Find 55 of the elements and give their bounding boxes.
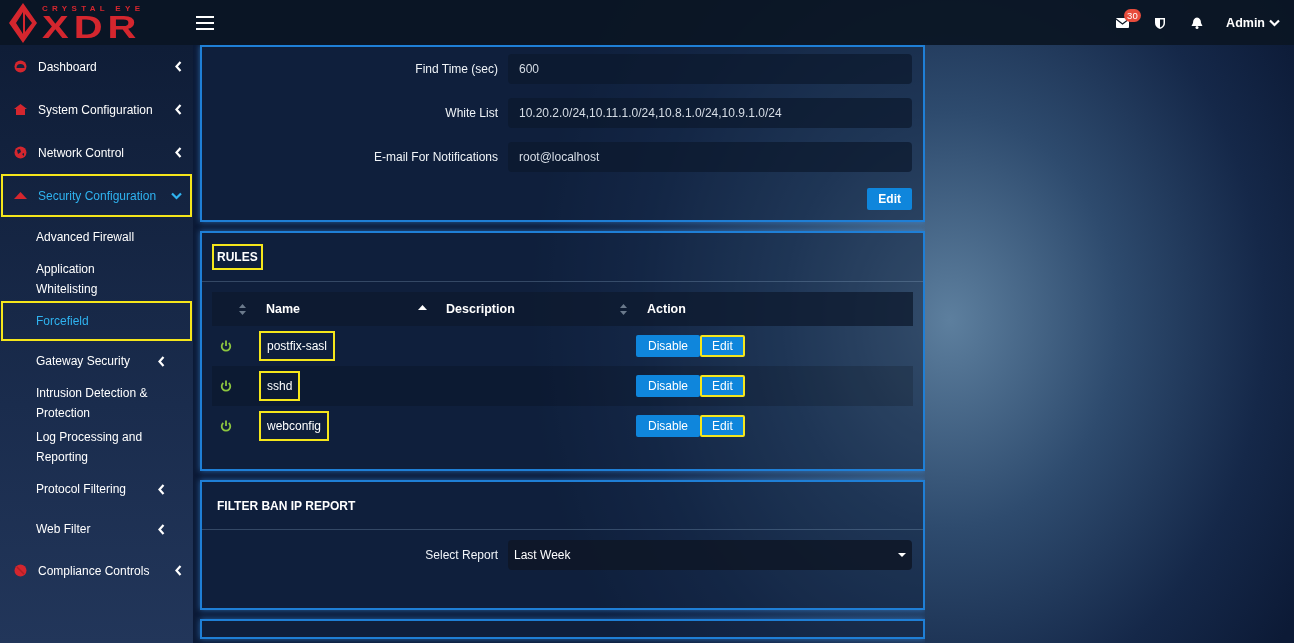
submenu-item[interactable]: Intrusion Detection & Protection (1, 381, 192, 425)
message-count-badge: 30 (1124, 8, 1141, 22)
column-header[interactable]: Description (446, 302, 515, 316)
edit-button[interactable]: Edit (700, 375, 745, 397)
logo-tagline: CRYSTAL EYE (42, 4, 145, 13)
sidebar-item[interactable]: Compliance Controls (1, 549, 192, 592)
section-title: RULES (212, 244, 263, 270)
toggle-button[interactable]: Disable (636, 335, 701, 357)
edit-button[interactable]: Edit (867, 188, 912, 210)
globe-icon (14, 146, 27, 159)
submenu-item[interactable]: Gateway Security (1, 341, 192, 381)
menu-icon[interactable] (196, 15, 214, 30)
rule-name: postfix-sasl (259, 331, 336, 361)
field-label: Select Report (424, 548, 498, 562)
chevron-down-icon (1269, 18, 1280, 27)
mail-icon[interactable] (1116, 17, 1130, 28)
rule-name: webconfig (259, 411, 330, 441)
toggle-button[interactable]: Disable (636, 415, 701, 437)
gauge-icon (14, 60, 27, 73)
power-icon[interactable] (220, 420, 232, 432)
field-label: Find Time (sec) (414, 62, 498, 76)
power-icon[interactable] (220, 380, 232, 392)
submenu-item[interactable]: Log Processing and Reporting (1, 425, 192, 469)
field-label: E-mail For Notifications (372, 150, 498, 164)
edit-button[interactable]: Edit (700, 335, 745, 357)
text-field[interactable]: 600 (508, 54, 912, 84)
shield-icon[interactable] (1155, 16, 1166, 29)
bell-icon[interactable] (1191, 16, 1204, 29)
submenu-item[interactable]: Web Filter (1, 509, 192, 549)
submenu-item[interactable]: Advanced Firewall (1, 217, 192, 257)
sidebar-item[interactable]: System Configuration (1, 88, 192, 131)
section-title: FILTER BAN IP REPORT (216, 497, 357, 515)
sidebar-item[interactable]: Network Control (1, 131, 192, 174)
power-icon[interactable] (220, 340, 232, 352)
rule-name: sshd (259, 371, 301, 401)
triangle-icon (14, 192, 27, 199)
house-icon (14, 104, 27, 115)
submenu-item[interactable]: Forcefield (1, 301, 192, 341)
logo-name: XDR (42, 12, 143, 41)
report-dropdown[interactable]: Last Week (508, 540, 912, 570)
column-header[interactable]: Action (647, 302, 686, 316)
user-menu[interactable]: Admin (1226, 15, 1280, 30)
text-field[interactable]: 10.20.2.0/24,10.11.1.0/24,10.8.1.0/24,10.9.1.0/24 (508, 98, 912, 128)
submenu-item[interactable]: Application Whitelisting (1, 257, 192, 301)
edit-button[interactable]: Edit (700, 415, 745, 437)
submenu-item[interactable]: Protocol Filtering (1, 469, 192, 509)
sidebar-item[interactable]: Security Configuration (1, 174, 192, 217)
text-field[interactable]: root@localhost (508, 142, 912, 172)
logo-mark-icon (8, 1, 38, 44)
sidebar-item[interactable]: Dashboard (1, 45, 192, 88)
circle-icon (14, 564, 27, 577)
column-header[interactable]: Name (266, 302, 301, 316)
caret-icon (898, 553, 906, 557)
toggle-button[interactable]: Disable (636, 375, 701, 397)
field-label: White List (444, 106, 498, 120)
